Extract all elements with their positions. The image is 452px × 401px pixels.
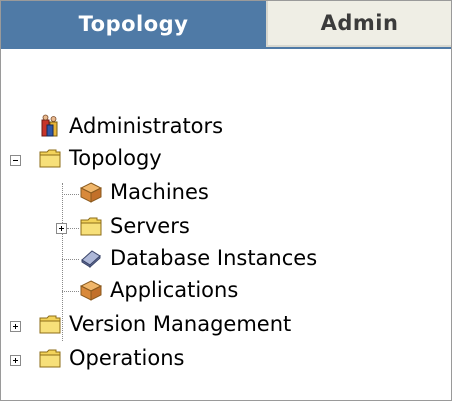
tab-topology[interactable]: Topology	[1, 1, 266, 49]
tree-item-label: Database Instances	[110, 246, 318, 270]
tab-topology-label: Topology	[78, 12, 189, 36]
tree-item-label: Version Management	[69, 312, 292, 336]
tree-item-label: Applications	[110, 278, 239, 302]
box-icon	[80, 279, 102, 301]
tree-item-applications[interactable]: Applications	[80, 275, 238, 305]
tree-connector	[67, 228, 79, 229]
tree-connector	[62, 291, 79, 292]
expand-toggle[interactable]	[56, 223, 67, 234]
expand-toggle[interactable]	[10, 355, 21, 366]
tree-item-machines[interactable]: Machines	[80, 177, 209, 207]
tree-item-operations[interactable]: Operations	[39, 343, 184, 373]
database-instance-icon	[80, 248, 102, 268]
navigation-panel: Topology Admin Administrators Topology M…	[0, 0, 452, 401]
folder-icon	[39, 348, 61, 368]
topology-tree: Administrators Topology Machines Servers…	[1, 49, 451, 400]
tab-admin[interactable]: Admin	[266, 1, 451, 47]
tree-item-label: Operations	[69, 346, 185, 370]
tree-item-database-instances[interactable]: Database Instances	[80, 243, 317, 273]
administrators-icon	[39, 114, 61, 138]
tree-item-label: Topology	[69, 146, 162, 170]
folder-icon	[39, 148, 61, 168]
tree-item-servers[interactable]: Servers	[80, 211, 190, 241]
tree-item-topology[interactable]: Topology	[39, 143, 162, 173]
tree-connector	[62, 259, 79, 260]
tree-item-label: Servers	[110, 214, 190, 238]
folder-icon	[39, 314, 61, 334]
collapse-toggle[interactable]	[10, 155, 21, 166]
expand-toggle[interactable]	[10, 321, 21, 332]
tree-item-label: Machines	[110, 180, 209, 204]
tree-connector	[62, 194, 79, 195]
tree-item-version-management[interactable]: Version Management	[39, 309, 291, 339]
folder-icon	[80, 216, 102, 236]
box-icon	[80, 181, 102, 203]
tree-item-label: Administrators	[69, 114, 224, 138]
tab-bar: Topology Admin	[1, 1, 451, 49]
tree-item-administrators[interactable]: Administrators	[39, 111, 223, 141]
tab-admin-label: Admin	[320, 11, 399, 35]
